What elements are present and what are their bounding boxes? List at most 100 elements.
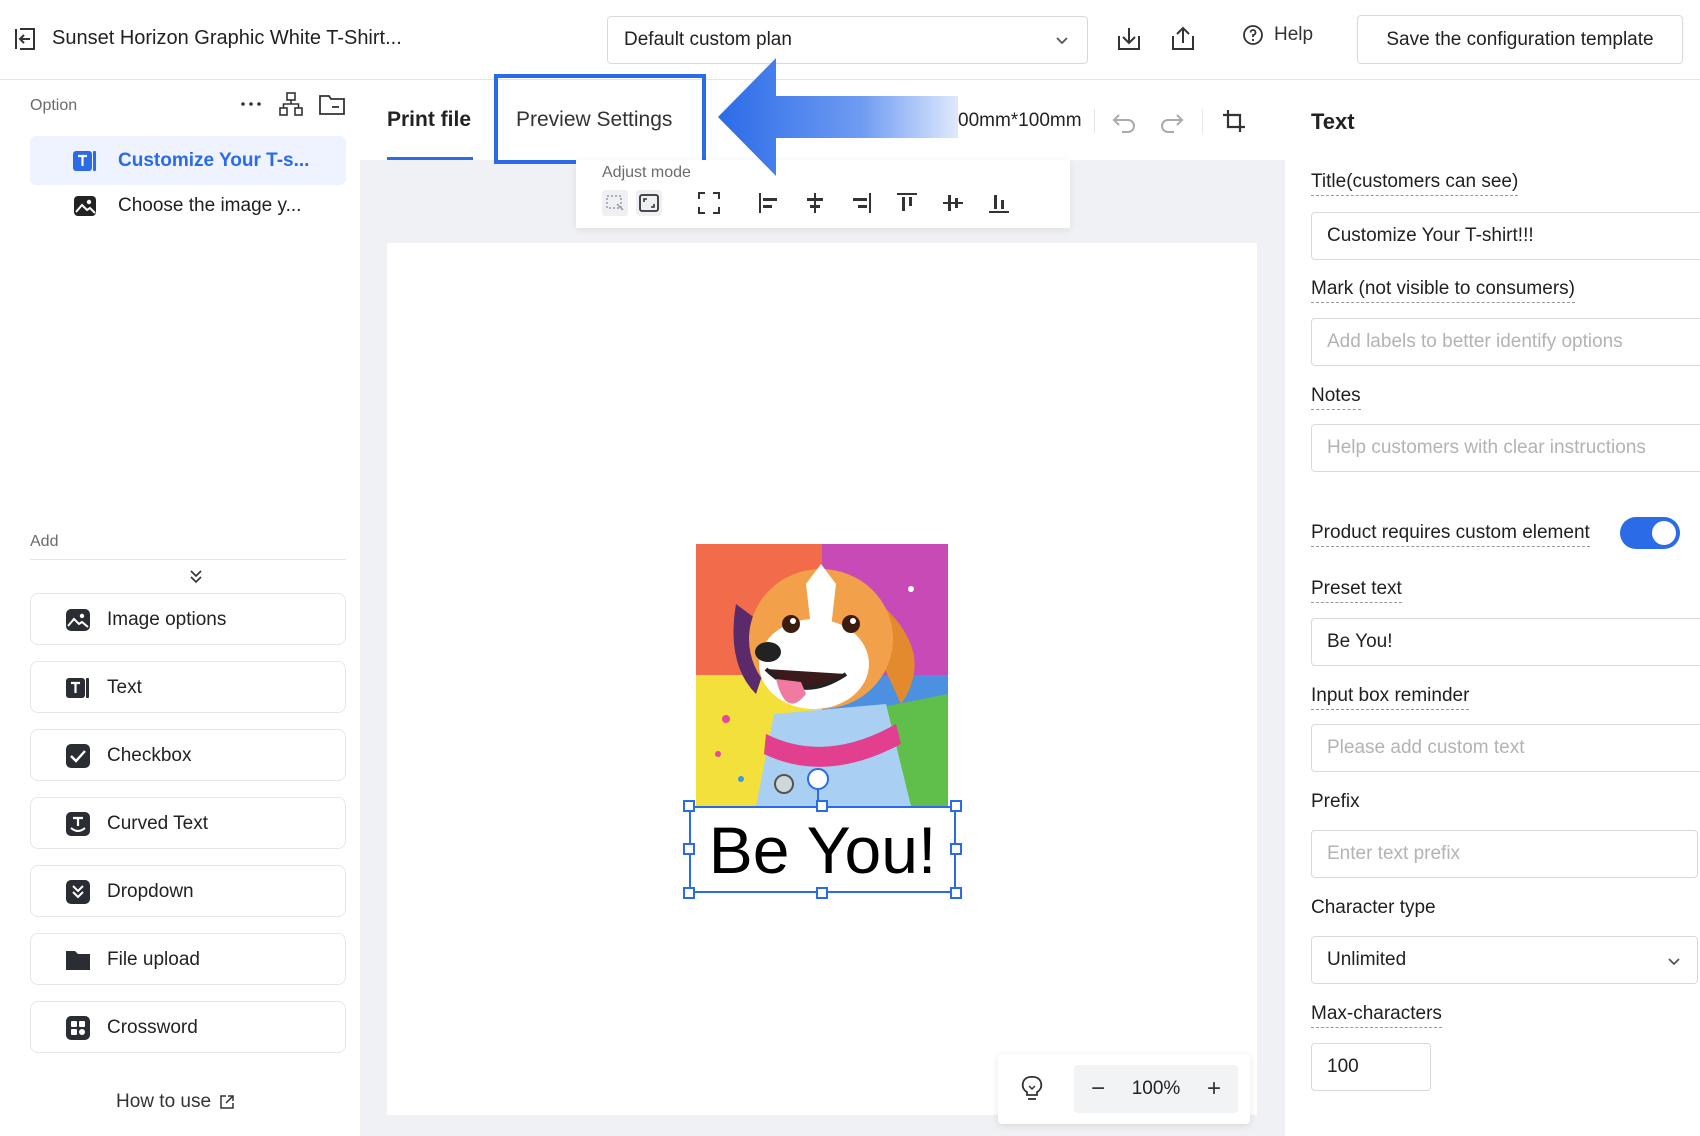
requires-custom-label: Product requires custom element xyxy=(1311,522,1590,547)
mark-input-placeholder: Add labels to better identify options xyxy=(1327,331,1623,352)
download-icon[interactable] xyxy=(1114,24,1144,54)
option-tools xyxy=(238,91,346,117)
lightbulb-icon[interactable] xyxy=(1018,1074,1046,1102)
add-item-label: Crossword xyxy=(107,1017,198,1038)
notes-label: Notes xyxy=(1311,385,1361,410)
more-icon[interactable] xyxy=(238,91,264,117)
add-dropdown-button[interactable]: Dropdown xyxy=(30,865,346,917)
option-item-label: Customize Your T-s... xyxy=(118,149,310,171)
curved-text-icon xyxy=(66,812,90,836)
align-right-icon[interactable] xyxy=(848,190,874,216)
preset-text-value: Be You! xyxy=(1327,631,1393,652)
add-text-button[interactable]: Text xyxy=(30,661,346,713)
save-template-button[interactable]: Save the configuration template xyxy=(1357,15,1683,64)
title-label: Title(customers can see) xyxy=(1311,171,1519,196)
plan-select-value: Default custom plan xyxy=(624,29,792,50)
option-item-customize-tshirt[interactable]: Customize Your T-s... xyxy=(30,136,346,185)
plan-select[interactable]: Default custom plan xyxy=(607,16,1088,64)
divider xyxy=(30,559,346,560)
align-center-v-icon[interactable] xyxy=(940,190,966,216)
zoom-control: − 100% + xyxy=(998,1054,1250,1124)
resize-handle-t[interactable] xyxy=(816,800,828,812)
add-file-upload-button[interactable]: File upload xyxy=(30,933,346,985)
checkbox-icon xyxy=(66,744,90,768)
add-item-label: Image options xyxy=(107,609,227,630)
align-top-icon[interactable] xyxy=(894,190,920,216)
rotate-handle[interactable] xyxy=(807,768,829,790)
panel-title: Text xyxy=(1311,109,1355,134)
max-characters-value: 100 xyxy=(1327,1056,1359,1077)
fit-frame-icon[interactable] xyxy=(636,190,662,216)
text-icon xyxy=(73,151,96,171)
option-item-choose-image[interactable]: Choose the image y... xyxy=(30,181,346,230)
add-item-label: Text xyxy=(107,677,142,698)
hierarchy-icon[interactable] xyxy=(278,91,304,117)
prefix-placeholder: Enter text prefix xyxy=(1327,843,1461,864)
add-crossword-button[interactable]: Crossword xyxy=(30,1001,346,1053)
title-input-value: Customize Your T-shirt!!! xyxy=(1327,225,1534,246)
redo-icon[interactable] xyxy=(1158,107,1186,135)
chevron-down-icon xyxy=(1668,958,1680,966)
upload-icon[interactable] xyxy=(1168,24,1198,54)
option-panel: Option Customize Your T-s... Choose the … xyxy=(0,81,360,1136)
preset-text-input[interactable]: Be You! xyxy=(1311,618,1700,666)
active-tab-underline xyxy=(387,157,473,160)
tab-print-file[interactable]: Print file xyxy=(387,108,471,132)
dog-illustration[interactable] xyxy=(696,544,948,806)
collapse-icon[interactable] xyxy=(186,567,206,587)
canvas-area: Print file Preview Settings 00mm*100mm A… xyxy=(360,74,1285,1136)
resize-handle-tr[interactable] xyxy=(950,800,962,812)
max-characters-input[interactable]: 100 xyxy=(1311,1043,1431,1091)
resize-handle-b[interactable] xyxy=(816,887,828,899)
crop-icon[interactable] xyxy=(1220,107,1248,135)
image-icon xyxy=(66,609,90,631)
exit-icon[interactable] xyxy=(12,26,38,52)
select-area-icon[interactable] xyxy=(602,190,628,216)
zoom-in-button[interactable]: + xyxy=(1202,1075,1226,1103)
resize-handle-r[interactable] xyxy=(950,843,962,855)
notes-input[interactable]: Help customers with clear instructions xyxy=(1311,424,1700,472)
pointer-arrow-icon xyxy=(718,58,958,176)
canvas-size-label: 00mm*100mm xyxy=(958,110,1082,131)
product-title: Sunset Horizon Graphic White T-Shirt... xyxy=(52,27,402,49)
character-type-select[interactable]: Unlimited xyxy=(1311,936,1698,984)
design-text: Be You! xyxy=(708,813,937,887)
divider xyxy=(1094,109,1095,133)
add-item-label: Curved Text xyxy=(107,813,209,834)
chevron-down-icon xyxy=(1056,37,1068,45)
option-heading: Option xyxy=(30,97,78,114)
help-icon xyxy=(1243,25,1263,45)
requires-custom-toggle[interactable] xyxy=(1620,517,1680,549)
folder-icon xyxy=(66,951,90,970)
resize-handle-bl[interactable] xyxy=(683,887,695,899)
external-link-icon xyxy=(220,1095,234,1109)
prefix-input[interactable]: Enter text prefix xyxy=(1311,830,1698,878)
character-type-label: Character type xyxy=(1311,897,1436,918)
resize-handle-l[interactable] xyxy=(683,843,695,855)
zoom-out-button[interactable]: − xyxy=(1086,1075,1110,1103)
help-button[interactable]: Help xyxy=(1242,24,1313,46)
mark-input[interactable]: Add labels to better identify options xyxy=(1311,318,1700,366)
fullscreen-icon[interactable] xyxy=(696,190,722,216)
add-image-options-button[interactable]: Image options xyxy=(30,593,346,645)
add-checkbox-button[interactable]: Checkbox xyxy=(30,729,346,781)
resize-handle-tl[interactable] xyxy=(683,800,695,812)
image-icon xyxy=(74,196,96,216)
input-reminder-input[interactable]: Please add custom text xyxy=(1311,724,1700,772)
undo-icon[interactable] xyxy=(1110,107,1138,135)
design-artboard[interactable]: Be You! xyxy=(387,243,1257,1115)
align-bottom-icon[interactable] xyxy=(986,190,1012,216)
resize-handle-br[interactable] xyxy=(950,887,962,899)
folder-icon[interactable] xyxy=(318,91,346,117)
title-input[interactable]: Customize Your T-shirt!!! xyxy=(1311,212,1700,260)
selected-text-element[interactable]: Be You! xyxy=(689,806,956,893)
align-center-h-icon[interactable] xyxy=(802,190,828,216)
preset-text-label: Preset text xyxy=(1311,578,1402,603)
add-curved-text-button[interactable]: Curved Text xyxy=(30,797,346,849)
align-left-icon[interactable] xyxy=(756,190,782,216)
mark-label: Mark (not visible to consumers) xyxy=(1311,278,1575,303)
option-item-label: Choose the image y... xyxy=(118,194,302,216)
how-to-use-link[interactable]: How to use xyxy=(116,1091,235,1113)
input-reminder-placeholder: Please add custom text xyxy=(1327,737,1525,758)
add-heading: Add xyxy=(30,533,59,550)
